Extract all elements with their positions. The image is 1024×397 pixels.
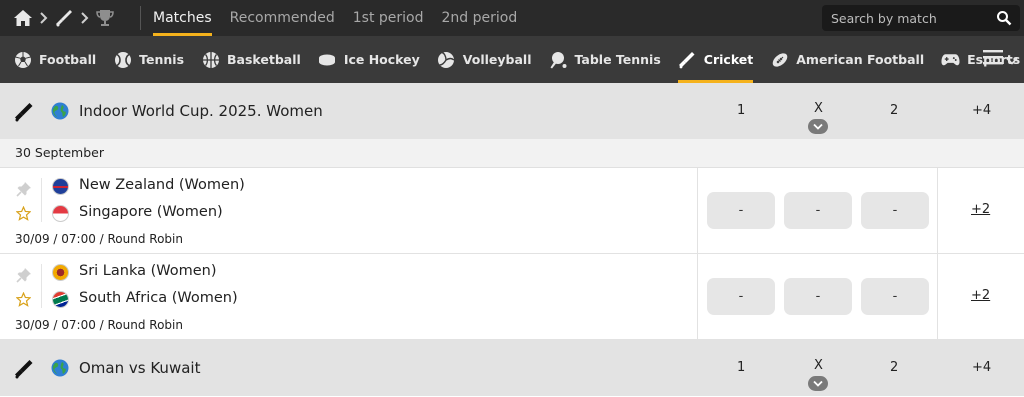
more-markets-link[interactable]: +2 (971, 202, 990, 217)
home-icon[interactable] (13, 9, 33, 27)
sport-nav: Football Tennis Basketball Ice Hockey Vo… (0, 36, 1024, 83)
team-away: Singapore (Women) (79, 204, 223, 220)
column-header-1: 1 (737, 360, 746, 375)
divider (41, 178, 42, 222)
tab-1st-period[interactable]: 1st period (344, 0, 433, 36)
globe-icon (51, 102, 69, 124)
tab-2nd-period[interactable]: 2nd period (433, 0, 527, 36)
basketball-icon (201, 50, 220, 69)
sport-item-basketball[interactable]: Basketball (201, 36, 301, 83)
chevron-right-icon (39, 12, 48, 24)
date-header: 30 September (0, 139, 1024, 168)
more-markets-link[interactable]: +2 (971, 288, 990, 303)
search-icon[interactable] (996, 10, 1012, 30)
league-name: Indoor World Cup. 2025. Women (79, 102, 323, 120)
team-home: New Zealand (Women) (79, 177, 245, 193)
expand-toggle[interactable] (808, 376, 828, 391)
star-icon[interactable] (15, 205, 32, 225)
divider (937, 254, 938, 340)
column-header-x: X (814, 101, 823, 116)
divider (41, 264, 42, 308)
match-info: 30/09 / 07:00 / Round Robin (15, 232, 183, 246)
tab-matches[interactable]: Matches (144, 0, 221, 36)
menu-icon (983, 48, 1003, 70)
sport-label: Ice Hockey (343, 52, 420, 67)
pin-icon[interactable] (16, 181, 32, 201)
chevron-down-icon (813, 380, 823, 387)
more-markets-count[interactable]: +4 (972, 103, 991, 118)
odds-button-2[interactable]: - (861, 192, 929, 229)
column-header-2: 2 (890, 360, 899, 375)
south-africa-flag-icon (52, 291, 69, 308)
tab-recommended[interactable]: Recommended (221, 0, 344, 36)
team-home: Sri Lanka (Women) (79, 263, 217, 279)
football-icon (13, 50, 32, 69)
chevron-down-icon (1006, 50, 1018, 69)
league-header[interactable]: Oman vs Kuwait 1 X 2 +4 (0, 340, 1024, 396)
search-box (822, 5, 1020, 31)
column-header-2: 2 (890, 103, 899, 118)
american-football-icon (770, 50, 789, 69)
sport-item-football[interactable]: Football (13, 36, 96, 83)
odds-button-1[interactable]: - (707, 192, 775, 229)
singapore-flag-icon (52, 205, 69, 222)
expand-toggle[interactable] (808, 119, 828, 134)
sport-item-table-tennis[interactable]: Table Tennis (549, 36, 661, 83)
column-header-1: 1 (737, 103, 746, 118)
table-tennis-icon (549, 50, 568, 69)
events-list: Indoor World Cup. 2025. Women 1 X 2 +4 3… (0, 83, 1024, 397)
chevron-right-icon (80, 12, 89, 24)
pin-icon[interactable] (16, 267, 32, 287)
match-row[interactable]: Sri Lanka (Women) South Africa (Women) 3… (0, 254, 1024, 340)
sport-item-cricket[interactable]: Cricket (677, 36, 754, 83)
breadcrumb (0, 0, 140, 36)
period-tabs: Matches Recommended 1st period 2nd perio… (144, 0, 526, 36)
top-bar: Matches Recommended 1st period 2nd perio… (0, 0, 1024, 36)
league-name: Oman vs Kuwait (79, 359, 201, 377)
odds-button-1[interactable]: - (707, 278, 775, 315)
gamepad-icon (941, 50, 960, 69)
odds-button-x[interactable]: - (784, 192, 852, 229)
more-sports-button[interactable] (983, 48, 1018, 70)
globe-icon (51, 359, 69, 381)
divider (937, 168, 938, 254)
divider (140, 6, 141, 30)
sport-label: Cricket (703, 52, 754, 67)
sport-item-american-football[interactable]: American Football (770, 36, 924, 83)
divider (697, 168, 698, 254)
sport-label: Volleyball (462, 52, 532, 67)
star-icon[interactable] (15, 291, 32, 311)
odds-button-2[interactable]: - (861, 278, 929, 315)
new-zealand-flag-icon (52, 178, 69, 195)
tennis-icon (113, 50, 132, 69)
cricket-icon (14, 102, 34, 126)
cricket-icon (14, 359, 34, 383)
column-header-x: X (814, 358, 823, 373)
divider (697, 254, 698, 340)
sport-item-ice-hockey[interactable]: Ice Hockey (318, 36, 420, 83)
sport-label: Tennis (139, 52, 185, 67)
trophy-icon[interactable] (95, 9, 115, 27)
chevron-down-icon (813, 123, 823, 130)
sri-lanka-flag-icon (52, 264, 69, 281)
search-input[interactable] (831, 10, 991, 26)
sport-label: Table Tennis (574, 52, 661, 67)
cricket-icon (678, 50, 697, 69)
sport-item-tennis[interactable]: Tennis (113, 36, 184, 83)
match-info: 30/09 / 07:00 / Round Robin (15, 318, 183, 332)
odds-button-x[interactable]: - (784, 278, 852, 315)
sport-label: Basketball (227, 52, 301, 67)
cricket-bat-icon[interactable] (54, 8, 74, 28)
ice-hockey-icon (318, 50, 337, 69)
league-header[interactable]: Indoor World Cup. 2025. Women 1 X 2 +4 (0, 83, 1024, 139)
team-away: South Africa (Women) (79, 290, 238, 306)
more-markets-count[interactable]: +4 (972, 360, 991, 375)
sport-label: American Football (796, 52, 925, 67)
sport-item-volleyball[interactable]: Volleyball (437, 36, 532, 83)
match-row[interactable]: New Zealand (Women) Singapore (Women) 30… (0, 168, 1024, 254)
volleyball-icon (437, 50, 456, 69)
sport-label: Football (39, 52, 97, 67)
